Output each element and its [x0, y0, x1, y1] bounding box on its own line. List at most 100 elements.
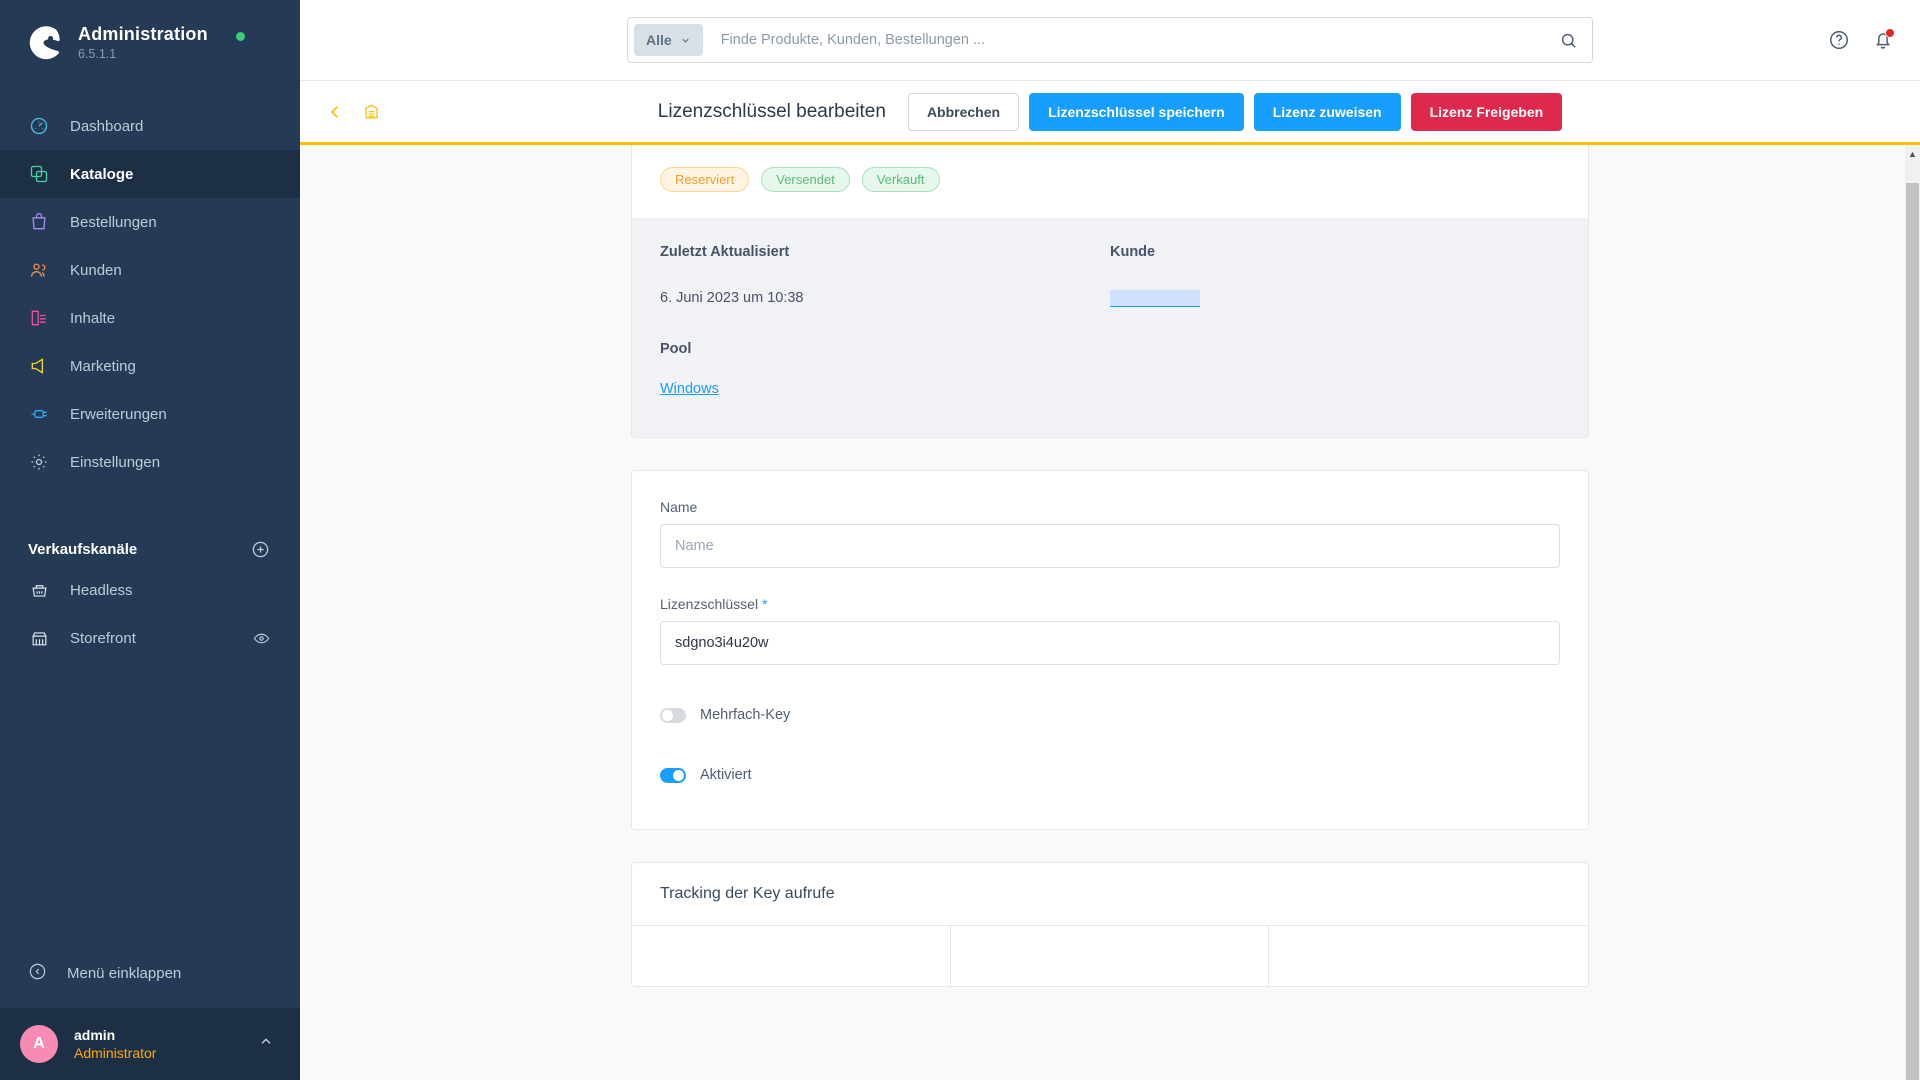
- name-label: Name: [660, 499, 698, 515]
- collapse-menu-label: Menü einklappen: [67, 964, 182, 982]
- name-input[interactable]: [660, 524, 1560, 568]
- sidebar-item-marketing[interactable]: Marketing: [0, 342, 300, 390]
- sidebar-item-label: Storefront: [70, 629, 136, 647]
- smart-bar-back-group: [326, 102, 381, 121]
- user-menu[interactable]: A admin Administrator: [0, 1008, 300, 1080]
- license-key-label-text: Lizenzschlüssel: [660, 596, 759, 612]
- status-badges: Reserviert Versendet Verkauft: [632, 145, 1588, 218]
- status-badge[interactable]: Versendet: [761, 167, 850, 192]
- sidebar-item-headless[interactable]: Headless: [0, 566, 300, 614]
- status-badge[interactable]: Verkauft: [861, 167, 940, 192]
- sidebar-item-inhalte[interactable]: Inhalte: [0, 294, 300, 342]
- user-name: admin: [74, 1026, 116, 1043]
- sidebar: Administration 6.5.1.1 Dashboard Katalog…: [0, 0, 300, 1080]
- shopware-logo-icon: [22, 22, 64, 64]
- meta-label-pool: Pool: [660, 341, 692, 357]
- content-scrollbar[interactable]: ▲: [1905, 145, 1920, 1080]
- status-dot: [235, 31, 245, 41]
- multi-key-toggle[interactable]: [660, 707, 686, 723]
- meta-label-customer: Kunde: [1110, 244, 1156, 260]
- smart-bar-center: Lizenzschlüssel bearbeiten Abbrechen Liz…: [300, 92, 1920, 131]
- topbar: Alle: [300, 0, 1920, 81]
- warehouse-icon[interactable]: [362, 102, 381, 121]
- sidebar-item-erweiterungen[interactable]: Erweiterungen: [0, 390, 300, 438]
- chevron-down-icon: [682, 38, 689, 43]
- sidebar-item-einstellungen[interactable]: Einstellungen: [0, 438, 300, 486]
- search-scope-select[interactable]: Alle: [634, 24, 703, 56]
- sidebar-brand[interactable]: Administration 6.5.1.1: [0, 0, 300, 86]
- content-icon: [28, 307, 50, 329]
- license-key-input[interactable]: [660, 621, 1560, 665]
- cancel-button[interactable]: Abbrechen: [907, 92, 1020, 131]
- eye-icon[interactable]: [253, 630, 270, 647]
- plus-circle-icon[interactable]: [251, 540, 270, 559]
- scrollbar-thumb[interactable]: [1906, 183, 1919, 1080]
- meta-label-updated: Zuletzt Aktualisiert: [660, 244, 790, 260]
- app-root: Administration 6.5.1.1 Dashboard Katalog…: [0, 0, 1920, 1080]
- search-icon[interactable]: [1559, 31, 1578, 50]
- customers-icon: [28, 259, 50, 281]
- tracking-card-title: Tracking der Key aufrufe: [632, 863, 1588, 926]
- settings-icon: [28, 451, 50, 473]
- tracking-card: Tracking der Key aufrufe: [631, 862, 1589, 987]
- active-toggle[interactable]: [660, 767, 686, 783]
- brand-version: 6.5.1.1: [78, 47, 117, 62]
- topbar-actions: [1828, 28, 1895, 51]
- chevron-left-icon[interactable]: [326, 103, 344, 121]
- release-license-button[interactable]: Lizenz Freigeben: [1410, 92, 1563, 131]
- sidebar-item-dashboard[interactable]: Dashboard: [0, 102, 300, 150]
- sidebar-item-kunden[interactable]: Kunden: [0, 246, 300, 294]
- assign-license-button[interactable]: Lizenz zuweisen: [1253, 92, 1401, 131]
- tracking-column: [632, 926, 951, 986]
- dashboard-icon: [28, 115, 50, 137]
- sidebar-item-label: Inhalte: [70, 309, 116, 327]
- name-field-group: Name: [660, 499, 1560, 568]
- sidebar-item-label: Erweiterungen: [70, 405, 167, 423]
- main-area: Alle Finde Produkte, Kunden, Bestellunge…: [300, 0, 1920, 1080]
- tracking-column: [951, 926, 1270, 986]
- orders-icon: [28, 211, 50, 233]
- sidebar-item-kataloge[interactable]: Kataloge: [0, 150, 300, 198]
- active-label: Aktiviert: [700, 767, 752, 783]
- sales-channel-title: Verkaufskanäle: [28, 540, 138, 558]
- license-meta-grid: Zuletzt Aktualisiert Kunde 6. Juni 2023 …: [632, 218, 1588, 437]
- pool-link[interactable]: Windows: [660, 381, 719, 397]
- active-toggle-row[interactable]: Aktiviert: [660, 767, 1560, 783]
- tracking-column: [1269, 926, 1588, 986]
- help-circle-icon[interactable]: [1828, 29, 1850, 51]
- collapse-menu-button[interactable]: Menü einklappen: [0, 948, 300, 998]
- smart-bar-actions: Abbrechen Lizenzschlüssel speichern Lize…: [907, 92, 1563, 131]
- collapse-icon: [28, 962, 47, 985]
- license-key-label: Lizenzschlüssel *: [660, 596, 1560, 612]
- multi-key-toggle-row[interactable]: Mehrfach-Key: [660, 707, 1560, 723]
- sidebar-item-bestellungen[interactable]: Bestellungen: [0, 198, 300, 246]
- global-search[interactable]: Alle: [627, 17, 1593, 63]
- bell-icon[interactable]: [1872, 28, 1895, 51]
- user-role: Administrator: [74, 1045, 157, 1061]
- customer-link-redacted[interactable]: [1110, 290, 1200, 307]
- tracking-table: [632, 926, 1588, 986]
- sidebar-item-label: Headless: [70, 581, 133, 599]
- content-scroll-region[interactable]: Reserviert Versendet Verkauft Zuletzt Ak…: [300, 145, 1920, 1080]
- search-input[interactable]: [702, 32, 1559, 48]
- content-inner: Reserviert Versendet Verkauft Zuletzt Ak…: [300, 145, 1920, 987]
- sidebar-item-label: Einstellungen: [70, 453, 161, 471]
- sidebar-item-label: Kataloge: [70, 165, 134, 183]
- notification-badge: [1885, 28, 1895, 38]
- smart-bar: Lizenzschlüssel bearbeiten Abbrechen Liz…: [300, 81, 1920, 145]
- license-info-card: Reserviert Versendet Verkauft Zuletzt Ak…: [631, 145, 1589, 438]
- license-key-field-group: Lizenzschlüssel *: [660, 596, 1560, 665]
- sidebar-item-label: Dashboard: [70, 117, 144, 135]
- extensions-icon: [28, 403, 50, 425]
- meta-value-customer[interactable]: [1110, 290, 1560, 341]
- brand-title: Administration: [78, 23, 208, 44]
- sidebar-item-storefront[interactable]: Storefront: [0, 614, 300, 662]
- multi-key-label: Mehrfach-Key: [700, 707, 791, 723]
- save-license-key-button[interactable]: Lizenzschlüssel speichern: [1029, 92, 1244, 131]
- scroll-up-arrow-icon[interactable]: ▲: [1908, 145, 1917, 162]
- chevron-up-icon[interactable]: [258, 1034, 274, 1055]
- status-badge[interactable]: Reserviert: [660, 167, 750, 192]
- search-scope-label: Alle: [646, 32, 672, 48]
- sidebar-item-label: Marketing: [70, 357, 136, 375]
